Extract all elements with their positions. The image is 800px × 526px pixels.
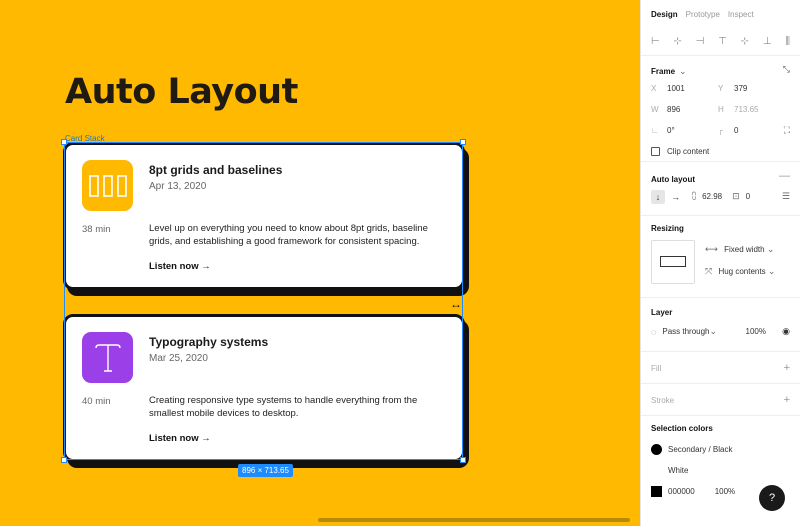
y-input[interactable]: 379 [734, 84, 769, 93]
layer-opacity-input[interactable]: 100% [746, 327, 766, 336]
align-center-h-icon[interactable]: ⊹ [674, 36, 682, 47]
clip-content-label: Clip content [667, 147, 710, 156]
color-style-name: Secondary / Black [668, 445, 733, 454]
rotation-radius-row: ∟ 0° ╭ 0 ⛶ [641, 120, 800, 141]
width-input[interactable]: 896 [667, 105, 702, 114]
selection-colors-heading: Selection colors [651, 424, 713, 433]
hug-contents-icon: ⤧ [705, 266, 713, 276]
color-swatch[interactable] [651, 465, 662, 476]
alignment-toolbar: ⊢ ⊹ ⊣ ⊤ ⊹ ⊥ ⫼ [641, 28, 800, 56]
blend-mode-icon: ◌ [651, 326, 657, 337]
spacing-icon: ⩇ [692, 191, 697, 201]
help-button[interactable]: ? [759, 485, 785, 511]
color-style-name: White [668, 466, 689, 475]
remove-auto-layout-icon[interactable]: — [779, 170, 790, 182]
corner-radius-input[interactable]: 0 [734, 126, 769, 135]
chevron-down-icon: ⌄ [766, 244, 775, 254]
color-swatch[interactable] [651, 444, 662, 455]
resize-handle-top-right[interactable] [460, 139, 466, 145]
align-top-icon[interactable]: ⊤ [718, 36, 727, 47]
resize-handle-bottom-right[interactable] [460, 457, 466, 463]
frame-size-badge: 896 × 713.65 [238, 464, 293, 477]
horizontal-scrollbar[interactable] [318, 518, 630, 522]
add-fill-icon[interactable]: + [784, 362, 790, 374]
fill-section: Fill + [641, 352, 800, 384]
rotation-icon: ∟ [651, 126, 659, 135]
layer-row: ◌ Pass through ⌄ 100% ◉ [641, 321, 800, 342]
x-input[interactable]: 1001 [667, 84, 702, 93]
stroke-heading: Stroke [651, 395, 675, 405]
rotation-input[interactable]: 0° [667, 126, 702, 135]
height-input[interactable]: 713.65 [734, 105, 769, 114]
distribute-icon[interactable]: ⫼ [785, 36, 790, 47]
align-bottom-icon[interactable]: ⊥ [763, 36, 772, 47]
fill-heading: Fill [651, 363, 662, 373]
align-right-icon[interactable]: ⊣ [696, 36, 705, 47]
frame-section: Frame ⌄ ⤡ X 1001 Y 379 W 896 H 713.65 ∟ … [641, 56, 800, 162]
align-center-v-icon[interactable]: ⊹ [741, 36, 749, 47]
alignment-settings-icon[interactable]: ☰ [782, 191, 790, 202]
blend-mode-dropdown[interactable]: Pass through [662, 327, 709, 336]
resizing-section: Resizing ⟷ Fixed width ⌄ ⤧ Hug contents … [641, 216, 800, 298]
independent-corners-icon[interactable]: ⛶ [784, 125, 790, 136]
w-label: W [651, 105, 659, 114]
clip-content-row: Clip content [641, 141, 800, 162]
horizontal-resize-dropdown[interactable]: ⟷ Fixed width ⌄ [705, 244, 774, 255]
direction-horizontal-icon[interactable]: → [671, 192, 680, 202]
visibility-eye-icon[interactable]: ◉ [782, 326, 790, 337]
x-label: X [651, 84, 657, 93]
tab-inspect[interactable]: Inspect [728, 10, 754, 19]
horizontal-resize-label: Fixed width [724, 245, 765, 254]
collapse-icon[interactable]: ⤡ [783, 64, 790, 75]
resizing-preview[interactable] [651, 240, 695, 284]
layer-heading: Layer [651, 308, 673, 317]
position-row: X 1001 Y 379 [641, 78, 800, 99]
corner-radius-icon: ╭ [718, 126, 723, 135]
resize-handle-top-left[interactable] [61, 139, 67, 145]
padding-icon: ⊡ [732, 191, 740, 201]
add-stroke-icon[interactable]: + [784, 394, 790, 406]
auto-layout-controls: ↓ → ⩇ 62.98 ⊡ 0 ☰ [641, 186, 800, 207]
resizing-heading: Resizing [651, 224, 684, 233]
selection-color-row[interactable]: Secondary / Black [641, 439, 800, 460]
auto-layout-heading: Auto layout [651, 174, 695, 184]
color-hex-value[interactable]: 000000 [668, 487, 695, 496]
vertical-resize-label: Hug contents [718, 267, 766, 276]
resize-cursor-icon: ↔ [450, 297, 462, 311]
size-row: W 896 H 713.65 [641, 99, 800, 120]
fixed-width-icon: ⟷ [705, 244, 718, 254]
design-canvas[interactable]: Auto Layout Card Stack 8pt grids and bas… [0, 0, 640, 526]
padding-input[interactable]: 0 [746, 192, 750, 201]
stroke-section: Stroke + [641, 384, 800, 416]
direction-vertical-icon[interactable]: ↓ [651, 189, 665, 204]
properties-panel: Design Prototype Inspect ⊢ ⊹ ⊣ ⊤ ⊹ ⊥ ⫼ F… [640, 0, 800, 526]
spacing-input[interactable]: 62.98 [702, 192, 722, 201]
color-swatch[interactable] [651, 486, 662, 497]
selection-color-row[interactable]: White [641, 460, 800, 481]
auto-layout-section: Auto layout — ↓ → ⩇ 62.98 ⊡ 0 ☰ [641, 162, 800, 216]
page-title: Auto Layout [65, 72, 298, 112]
chevron-down-icon[interactable]: ⌄ [679, 66, 687, 77]
vertical-resize-dropdown[interactable]: ⤧ Hug contents ⌄ [705, 266, 775, 277]
panel-tabs: Design Prototype Inspect [641, 0, 800, 28]
clip-content-checkbox[interactable] [651, 147, 660, 156]
chevron-down-icon[interactable]: ⌄ [710, 326, 718, 337]
chevron-down-icon: ⌄ [767, 266, 776, 276]
resize-handle-bottom-left[interactable] [61, 457, 67, 463]
layer-section: Layer ◌ Pass through ⌄ 100% ◉ [641, 298, 800, 352]
align-left-icon[interactable]: ⊢ [651, 36, 660, 47]
color-opacity-value[interactable]: 100% [715, 487, 735, 496]
tab-prototype[interactable]: Prototype [686, 10, 720, 19]
frame-heading[interactable]: Frame [651, 67, 675, 76]
h-label: H [718, 105, 724, 114]
y-label: Y [718, 84, 724, 93]
tab-design[interactable]: Design [651, 10, 678, 19]
selection-outline [64, 142, 463, 460]
